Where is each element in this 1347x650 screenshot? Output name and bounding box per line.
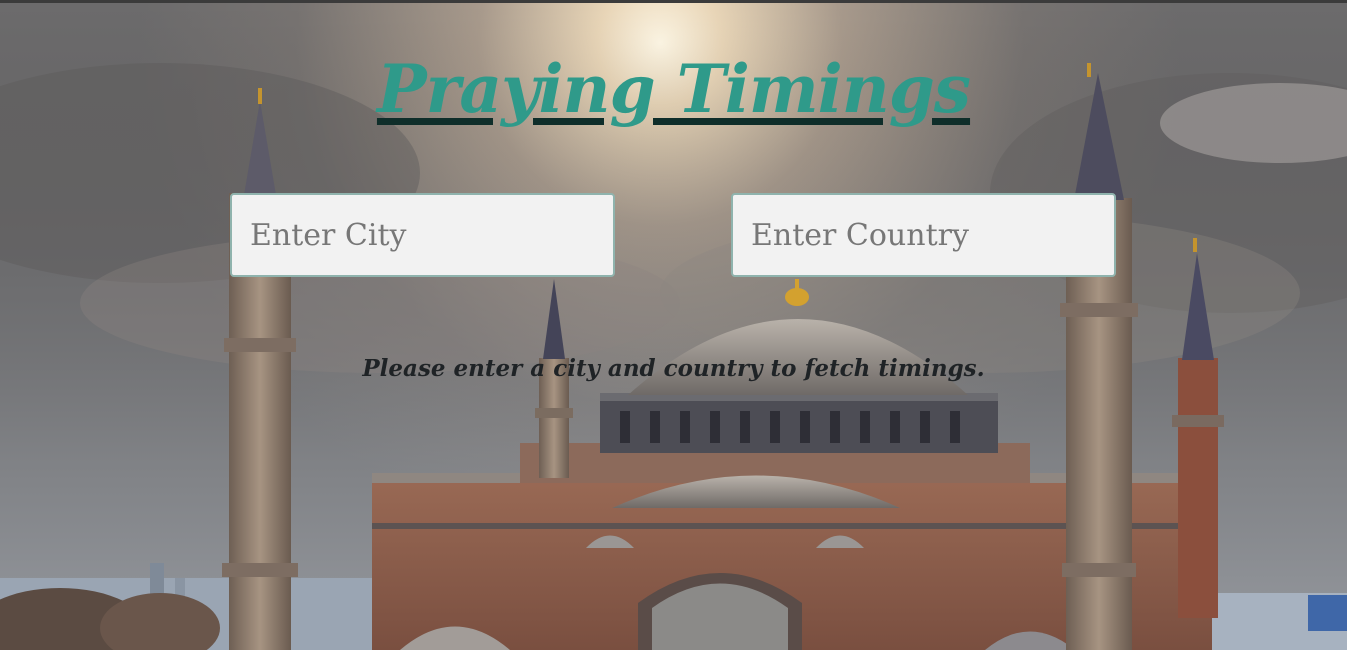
status-message: Please enter a city and country to fetch… [362, 355, 985, 382]
page-title: Praying Timings [376, 50, 971, 128]
country-input[interactable] [731, 193, 1116, 277]
city-input[interactable] [230, 193, 615, 277]
